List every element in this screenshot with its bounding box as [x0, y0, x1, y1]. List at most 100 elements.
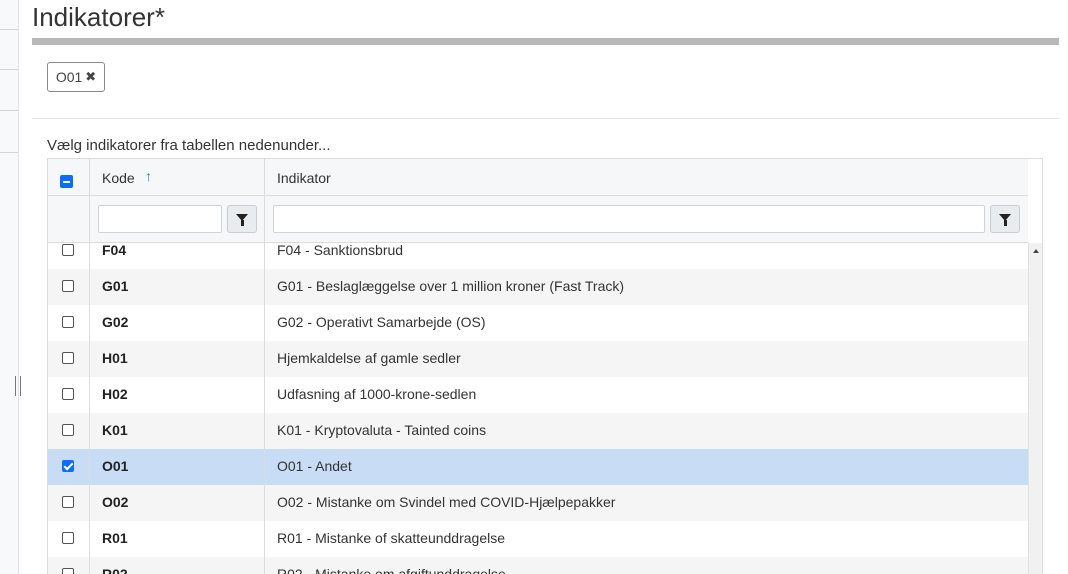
code-filter-input[interactable]: [98, 205, 222, 233]
code-cell: O02: [89, 485, 264, 521]
row-checkbox[interactable]: [62, 388, 74, 400]
row-checkbox[interactable]: [62, 352, 74, 364]
title-underline: [32, 38, 1059, 45]
sidebar-divider: [0, 152, 18, 153]
code-cell: G01: [89, 269, 264, 305]
filter-cell-code: [89, 196, 264, 243]
indicator-cell: R01 - Mistanke of skatteunddragelse: [264, 521, 1028, 557]
sidebar-divider: [0, 69, 18, 70]
column-header-code-label: Kode: [102, 170, 135, 186]
code-value: O02: [102, 494, 129, 510]
filter-icon: [999, 213, 1011, 226]
code-value: F04: [102, 243, 127, 258]
indicator-value: G01 - Beslaglæggelse over 1 million kron…: [277, 278, 625, 294]
table-row[interactable]: O01 O01 - Andet: [48, 449, 1028, 485]
indicator-value: Udfasning af 1000-krone-sedlen: [277, 386, 477, 402]
code-cell: R01: [89, 521, 264, 557]
row-select-cell[interactable]: [48, 377, 89, 413]
row-select-cell[interactable]: [48, 305, 89, 341]
code-value: R01: [102, 530, 128, 546]
indicator-cell: F04 - Sanktionsbrud: [264, 243, 1028, 269]
code-value: G02: [102, 314, 129, 330]
indicator-value: G02 - Operativt Samarbejde (OS): [277, 314, 486, 330]
code-cell: K01: [89, 413, 264, 449]
row-checkbox[interactable]: [62, 532, 74, 544]
row-select-cell[interactable]: [48, 521, 89, 557]
indicator-cell: O02 - Mistanke om Svindel med COVID-Hjæl…: [264, 485, 1028, 521]
code-cell: G02: [89, 305, 264, 341]
column-header-indicator-label: Indikator: [277, 170, 331, 186]
code-value: H01: [102, 350, 128, 366]
code-value: O01: [102, 458, 129, 474]
row-checkbox[interactable]: [62, 460, 74, 472]
row-checkbox[interactable]: [62, 568, 74, 574]
indicator-value: F04 - Sanktionsbrud: [277, 243, 404, 258]
code-filter-button[interactable]: [227, 205, 257, 233]
sidebar-divider: [0, 29, 18, 30]
left-sidebar: [0, 0, 19, 574]
row-select-cell[interactable]: [48, 485, 89, 521]
code-cell: H01: [89, 341, 264, 377]
table-row[interactable]: K01 K01 - Kryptovaluta - Tainted coins: [48, 413, 1028, 449]
column-header-code[interactable]: Kode ↑: [89, 159, 264, 196]
table-row[interactable]: R02 R02 - Mistanke om afgiftunddragelse: [48, 557, 1028, 574]
indicator-value: R02 - Mistanke om afgiftunddragelse: [277, 566, 506, 574]
table-hint: Vælg indikatorer fra tabellen nedenunder…: [47, 137, 331, 154]
indicator-value: O02 - Mistanke om Svindel med COVID-Hjæl…: [277, 494, 616, 510]
row-select-cell[interactable]: [48, 413, 89, 449]
row-select-cell[interactable]: [48, 243, 89, 269]
row-select-cell[interactable]: [48, 341, 89, 377]
table-body: F04 F04 - Sanktionsbrud G01 G01 - Beslaglæg…: [48, 243, 1028, 574]
table-row[interactable]: G01 G01 - Beslaglæggelse over 1 million k…: [48, 269, 1028, 305]
select-all-checkbox[interactable]: [60, 175, 73, 188]
arrow-up-icon: ↑: [145, 168, 152, 184]
selected-indicator-chip[interactable]: O01 ✖: [47, 62, 105, 92]
code-value: R02: [102, 566, 128, 574]
row-checkbox[interactable]: [62, 424, 74, 436]
indicator-cell: O01 - Andet: [264, 449, 1028, 485]
table-row[interactable]: O02 O02 - Mistanke om Svindel med COVID-H…: [48, 485, 1028, 521]
scroll-up-icon[interactable]: [1033, 249, 1039, 253]
indicator-cell: Udfasning af 1000-krone-sedlen: [264, 377, 1028, 413]
table-header: Kode ↑ Indikator: [48, 159, 1028, 196]
vertical-scrollbar[interactable]: [1028, 243, 1042, 574]
indicator-value: K01 - Kryptovaluta - Tainted coins: [277, 422, 487, 438]
indicator-cell: K01 - Kryptovaluta - Tainted coins: [264, 413, 1028, 449]
code-cell: O01: [89, 449, 264, 485]
row-checkbox[interactable]: [62, 496, 74, 508]
row-checkbox[interactable]: [62, 244, 74, 256]
select-all-cell[interactable]: [48, 159, 89, 196]
indicator-cell: G02 - Operativt Samarbejde (OS): [264, 305, 1028, 341]
row-checkbox[interactable]: [62, 280, 74, 292]
indicator-value: Hjemkaldelse af gamle sedler: [277, 350, 461, 366]
table-row[interactable]: R01 R01 - Mistanke of skatteunddragelse: [48, 521, 1028, 557]
code-cell: R02: [89, 557, 264, 574]
indicator-value: O01 - Andet: [277, 458, 352, 474]
code-value: K01: [102, 422, 128, 438]
code-cell: H02: [89, 377, 264, 413]
table-row[interactable]: H02 Udfasning af 1000-krone-sedlen: [48, 377, 1028, 413]
panel-resize-handle[interactable]: [15, 376, 21, 396]
table-row[interactable]: H01 Hjemkaldelse af gamle sedler: [48, 341, 1028, 377]
column-header-indicator[interactable]: Indikator: [264, 159, 1028, 196]
indicator-cell: Hjemkaldelse af gamle sedler: [264, 341, 1028, 377]
table-row[interactable]: G02 G02 - Operativt Samarbejde (OS): [48, 305, 1028, 341]
close-icon[interactable]: ✖: [85, 69, 96, 85]
table-row[interactable]: F04 F04 - Sanktionsbrud: [48, 243, 1028, 269]
indicator-filter-input[interactable]: [273, 205, 985, 233]
filter-cell-indicator: [264, 196, 1028, 243]
row-checkbox[interactable]: [62, 316, 74, 328]
filter-row: [48, 196, 1028, 243]
indicator-table: Kode ↑ Indikator F04 F04 - Sanktionsbrud G…: [47, 158, 1043, 574]
filter-icon: [236, 213, 248, 226]
section-divider: [32, 118, 1059, 119]
row-select-cell[interactable]: [48, 557, 89, 574]
row-select-cell[interactable]: [48, 269, 89, 305]
filter-cell-empty: [48, 196, 89, 243]
chip-label: O01: [55, 69, 83, 85]
indicator-value: R01 - Mistanke of skatteunddragelse: [277, 530, 506, 546]
code-cell: F04: [89, 243, 264, 269]
row-select-cell[interactable]: [48, 449, 89, 485]
indicator-filter-button[interactable]: [990, 205, 1020, 233]
code-value: H02: [102, 386, 128, 402]
